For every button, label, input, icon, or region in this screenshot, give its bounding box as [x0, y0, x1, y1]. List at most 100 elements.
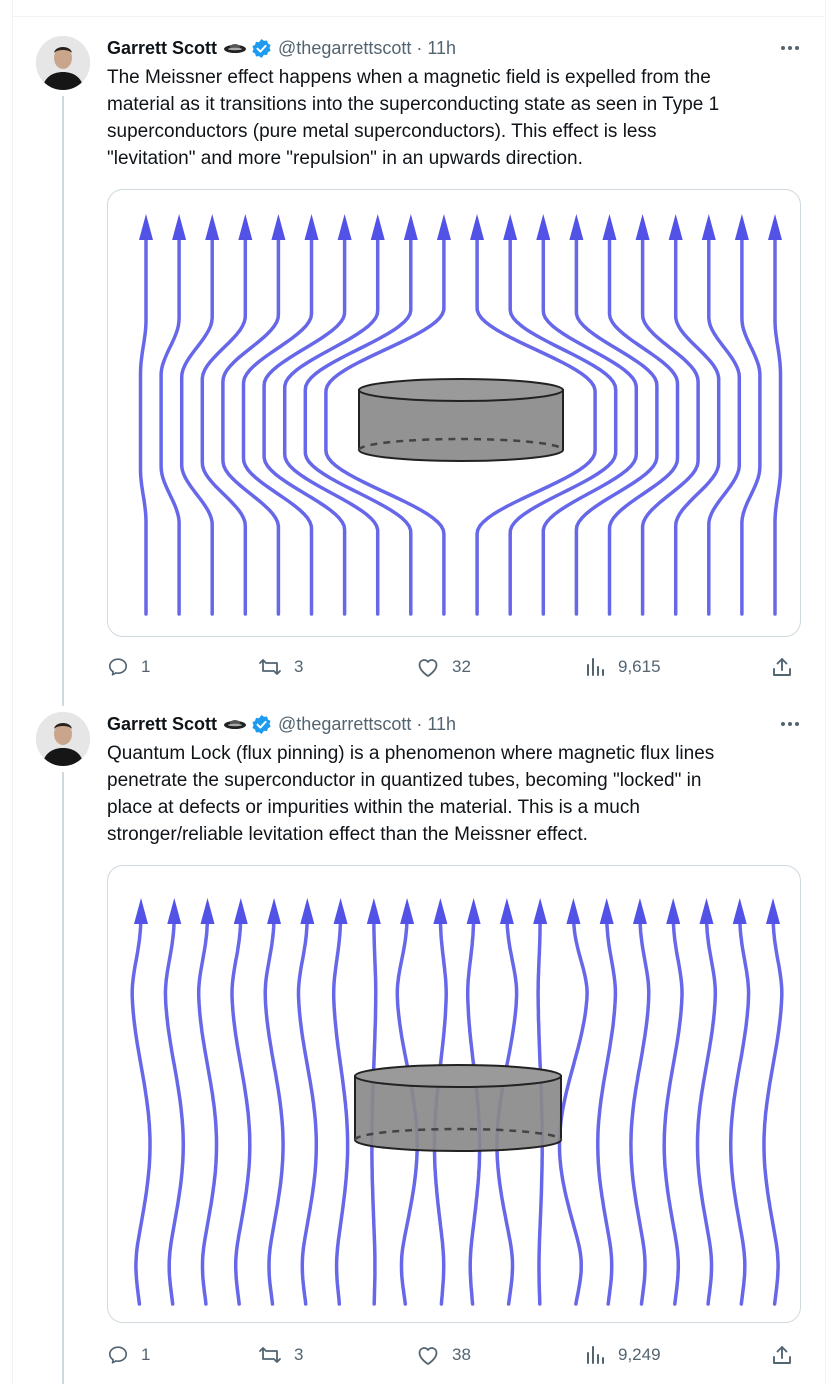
tweet-text-line: stronger/reliable levitation effect than… — [107, 824, 588, 845]
field-arrow — [701, 214, 716, 240]
field-line — [629, 906, 651, 1306]
field-line — [762, 906, 784, 1306]
views-icon — [587, 658, 604, 676]
tweet-header: Garrett Scott @thegarrettscott · 11h — [107, 36, 456, 60]
verified-badge-icon — [251, 38, 272, 59]
field-arrow — [766, 898, 780, 924]
field-line — [707, 220, 742, 616]
timestamp[interactable]: 11h — [427, 714, 456, 735]
views-button[interactable]: 9,615 — [584, 652, 661, 682]
field-arrow — [134, 898, 148, 924]
author-handle[interactable]: @thegarrettscott — [278, 714, 411, 735]
field-arrow — [139, 214, 153, 240]
tweet-image-flux-pinning[interactable] — [107, 865, 801, 1323]
field-arrow — [172, 214, 187, 240]
reply-icon — [108, 1346, 128, 1364]
field-line — [773, 220, 783, 616]
field-arrow — [599, 898, 614, 924]
superconductor-disk — [353, 1064, 563, 1152]
field-arrow — [333, 898, 348, 924]
field-arrow — [300, 898, 315, 924]
like-count: 32 — [452, 657, 471, 676]
field-arrow — [569, 214, 584, 240]
field-arrow — [732, 898, 747, 924]
field-arrow — [602, 214, 617, 240]
field-arrow — [466, 898, 481, 924]
field-line — [662, 906, 684, 1306]
repost-count: 3 — [294, 657, 304, 676]
field-line — [296, 906, 319, 1306]
tweet-text-line: superconductors (pure metal superconduct… — [107, 121, 657, 142]
like-button[interactable]: 38 — [416, 1340, 471, 1370]
like-button[interactable]: 32 — [416, 652, 471, 682]
repost-icon — [259, 659, 281, 675]
tweet-actions: 1 3 38 9,249 — [107, 1340, 807, 1370]
avatar[interactable] — [36, 36, 90, 90]
timestamp[interactable]: 11h — [427, 38, 456, 59]
reply-button[interactable]: 1 — [107, 652, 150, 682]
separator: · — [416, 37, 423, 58]
views-button[interactable]: 9,249 — [584, 1340, 661, 1370]
separator: · — [416, 713, 423, 734]
field-line — [159, 220, 181, 616]
reply-button[interactable]: 1 — [107, 1340, 150, 1370]
field-line — [138, 220, 148, 616]
reply-icon — [108, 658, 128, 676]
field-line — [221, 220, 281, 616]
tweet[interactable]: Garrett Scott @thegarrettscott · 11h The… — [12, 36, 824, 686]
avatar[interactable] — [36, 712, 90, 766]
author-handle[interactable]: @thegarrettscott — [278, 38, 411, 59]
more-icon[interactable] — [778, 38, 802, 58]
share-icon — [773, 1346, 791, 1364]
field-line — [230, 906, 252, 1306]
field-arrow — [436, 214, 451, 240]
tweet-header: Garrett Scott @thegarrettscott · 11h — [107, 712, 456, 736]
repost-count: 3 — [294, 1345, 304, 1364]
field-arrow — [666, 898, 681, 924]
tweet-text-line: Quantum Lock (flux pinning) is a phenome… — [107, 743, 715, 764]
field-arrow — [533, 898, 548, 924]
field-line — [163, 906, 186, 1306]
field-line — [740, 220, 762, 616]
field-line — [695, 906, 718, 1306]
author-name[interactable]: Garrett Scott — [107, 38, 217, 59]
meissner-field-diagram — [138, 214, 783, 616]
field-arrow — [734, 214, 749, 240]
author-name[interactable]: Garrett Scott — [107, 714, 217, 735]
field-arrow — [233, 898, 248, 924]
field-arrow — [403, 214, 418, 240]
field-arrow — [566, 898, 581, 924]
share-button[interactable] — [771, 652, 793, 682]
tweet[interactable]: Garrett Scott @thegarrettscott · 11h Qua… — [12, 712, 824, 1384]
field-line — [557, 906, 589, 1306]
field-arrow — [433, 898, 448, 924]
share-button[interactable] — [771, 1340, 793, 1370]
tweet-text: The Meissner effect happens when a magne… — [107, 64, 797, 172]
field-arrow — [635, 214, 650, 240]
field-arrow — [499, 898, 514, 924]
tweet-text-line: place at defects or impurities within th… — [107, 797, 640, 818]
field-arrow — [366, 898, 381, 924]
field-arrow — [200, 898, 215, 924]
field-arrow — [205, 214, 220, 240]
tweet-text-line: penetrate the superconductor in quantize… — [107, 770, 702, 791]
field-line — [130, 906, 152, 1306]
field-arrow — [536, 214, 551, 240]
tweet-image-meissner[interactable] — [107, 189, 801, 637]
field-arrow — [699, 898, 714, 924]
more-icon[interactable] — [778, 714, 802, 734]
field-arrow — [238, 214, 253, 240]
field-arrow — [503, 214, 518, 240]
field-arrow — [267, 898, 282, 924]
field-arrow — [304, 214, 319, 240]
superconductor-disk — [357, 378, 565, 462]
repost-button[interactable]: 3 — [258, 652, 303, 682]
field-arrow — [271, 214, 286, 240]
field-arrow — [470, 214, 485, 240]
tweet-text-line: The Meissner effect happens when a magne… — [107, 67, 711, 88]
flying-saucer-icon — [223, 717, 247, 731]
field-line — [179, 220, 214, 616]
repost-icon — [259, 1347, 281, 1363]
repost-button[interactable]: 3 — [258, 1340, 303, 1370]
field-line — [640, 220, 700, 616]
